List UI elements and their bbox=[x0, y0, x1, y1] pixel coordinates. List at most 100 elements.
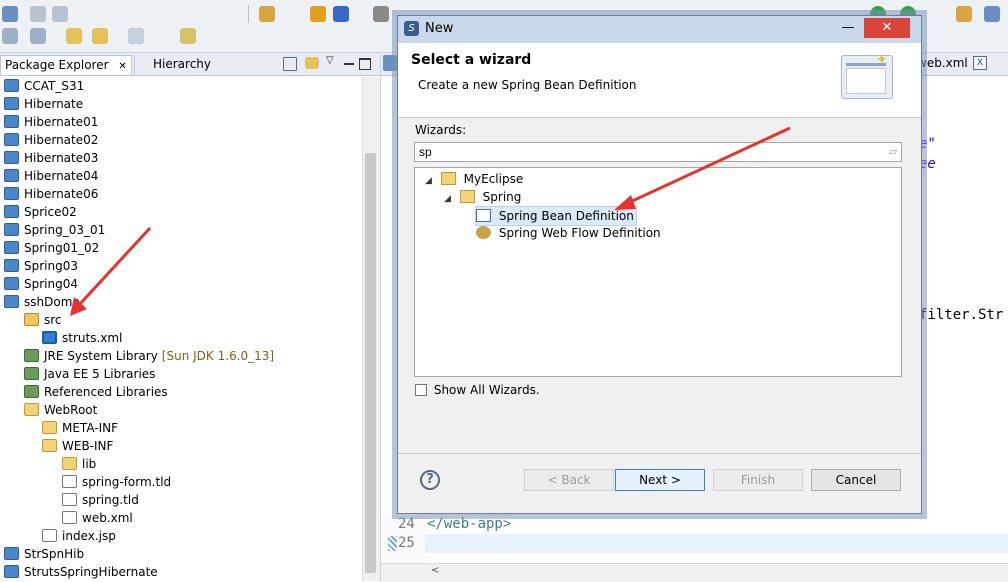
tree-item-hibernate03[interactable]: Hibernate03 bbox=[4, 149, 98, 167]
tree-item-hibernate01[interactable]: Hibernate01 bbox=[4, 113, 98, 131]
tree-item-strspnhib[interactable]: StrSpnHib bbox=[4, 545, 84, 563]
wizard-filter-input[interactable] bbox=[414, 142, 902, 162]
current-line-highlight bbox=[425, 534, 1008, 553]
wizard-tree[interactable]: ◢ MyEclipse ◢ Spring Spring Bean Definit… bbox=[414, 167, 902, 377]
tree-item-label: struts.xml bbox=[62, 331, 123, 345]
save-icon[interactable] bbox=[30, 6, 46, 22]
view-menu-icon[interactable]: ▽ bbox=[326, 55, 334, 66]
folder-icon bbox=[42, 439, 57, 452]
cancel-button[interactable]: Cancel bbox=[811, 469, 901, 491]
link-editor-icon[interactable] bbox=[305, 57, 319, 69]
tree-item-sshdome[interactable]: sshDome bbox=[4, 293, 80, 311]
tree-item-spring[interactable]: ◢ Spring bbox=[444, 188, 521, 206]
scrollbar-thumb[interactable] bbox=[365, 153, 376, 573]
forward-arrow-icon[interactable] bbox=[128, 28, 144, 44]
tree-item-myeclipse[interactable]: ◢ MyEclipse bbox=[425, 170, 523, 188]
new-project-icon[interactable] bbox=[259, 6, 275, 22]
tree-item-web-inf[interactable]: WEB-INF bbox=[42, 437, 113, 455]
tree-item-sprice02[interactable]: Sprice02 bbox=[4, 203, 77, 221]
tree-item-ccat-s31[interactable]: CCAT_S31 bbox=[4, 77, 84, 95]
finish-button[interactable]: Finish bbox=[713, 469, 803, 491]
back-arrow-icon[interactable] bbox=[66, 28, 82, 44]
next-button[interactable]: Next > bbox=[615, 469, 705, 491]
pin-icon[interactable] bbox=[180, 28, 196, 44]
tree-item-meta-inf[interactable]: META-INF bbox=[42, 419, 118, 437]
show-all-wizards-checkbox[interactable]: Show All Wizards. bbox=[415, 383, 540, 397]
line-number: 25 bbox=[398, 535, 415, 551]
change-marker-icon bbox=[388, 536, 397, 551]
tree-item-label: src bbox=[44, 313, 62, 327]
tree-item-spring-tld[interactable]: spring.tld bbox=[62, 491, 139, 509]
tab-hierarchy[interactable]: Hierarchy bbox=[134, 55, 215, 74]
tree-item-strutsspringhibernate[interactable]: StrutsSpringHibernate bbox=[4, 563, 158, 581]
horizontal-scrollbar[interactable] bbox=[381, 563, 1008, 582]
tab-package-explorer[interactable]: Package Explorer ✕ bbox=[0, 55, 132, 75]
header-title: Select a wizard bbox=[411, 52, 532, 68]
save-all-icon[interactable] bbox=[52, 6, 68, 22]
tree-item-referenced-libraries[interactable]: Referenced Libraries bbox=[24, 383, 168, 401]
tree-item-spring-form-tld[interactable]: spring-form.tld bbox=[62, 473, 171, 491]
expand-icon[interactable]: ◢ bbox=[425, 172, 437, 190]
deploy-icon[interactable] bbox=[333, 6, 349, 22]
tree-item-webroot[interactable]: WebRoot bbox=[24, 401, 97, 419]
tree-item-struts-xml[interactable]: struts.xml bbox=[42, 329, 122, 347]
prev-edit-icon[interactable] bbox=[92, 28, 108, 44]
tree-item-label: sshDome bbox=[24, 295, 80, 309]
close-icon[interactable]: ✕ bbox=[118, 61, 126, 72]
help-icon[interactable]: ? bbox=[420, 470, 440, 490]
tree-item-hibernate02[interactable]: Hibernate02 bbox=[4, 131, 98, 149]
collapse-all-icon[interactable] bbox=[283, 57, 297, 71]
back-button[interactable]: < Back bbox=[524, 469, 614, 491]
tree-item-hibernate04[interactable]: Hibernate04 bbox=[4, 167, 98, 185]
maximize-icon[interactable] bbox=[359, 58, 371, 70]
tree-item-spring-web-flow-definition[interactable]: Spring Web Flow Definition bbox=[476, 224, 661, 242]
minimize-icon[interactable]: — bbox=[835, 18, 861, 38]
xml-file-icon[interactable]: X bbox=[973, 56, 987, 70]
tree-item-hibernate06[interactable]: Hibernate06 bbox=[4, 185, 98, 203]
tree-item-hibernate[interactable]: Hibernate bbox=[4, 95, 83, 113]
project-icon bbox=[4, 241, 19, 254]
tree-item-jre-system-library[interactable]: JRE System Library [Sun JDK 1.6.0_13] bbox=[24, 347, 274, 365]
checkbox-box[interactable] bbox=[415, 384, 427, 396]
tree-item-java-ee-5-libraries[interactable]: Java EE 5 Libraries bbox=[24, 365, 155, 383]
tree-item-spring01-02[interactable]: Spring01_02 bbox=[4, 239, 99, 257]
minimize-icon[interactable] bbox=[344, 63, 354, 65]
tree-item-src[interactable]: src bbox=[24, 311, 62, 329]
server-icon[interactable] bbox=[373, 6, 389, 22]
package-icon[interactable] bbox=[310, 6, 326, 22]
expand-icon[interactable]: ◢ bbox=[444, 190, 456, 208]
tree-item-label: Spring03 bbox=[24, 259, 78, 273]
new-icon[interactable] bbox=[2, 6, 18, 22]
code-line: </web-app> bbox=[427, 516, 512, 532]
tree-item-web-xml[interactable]: web.xml bbox=[62, 509, 133, 527]
open-type-icon[interactable] bbox=[956, 6, 972, 22]
line-number: 24 bbox=[398, 516, 415, 532]
editor-tab-icon[interactable] bbox=[383, 55, 397, 71]
tree-item-index-jsp[interactable]: index.jsp bbox=[42, 527, 116, 545]
tree-item-spring-03-01[interactable]: Spring_03_01 bbox=[4, 221, 105, 239]
tree-item-lib[interactable]: lib bbox=[62, 455, 96, 473]
wizard-header: Select a wizard Create a new Spring Bean… bbox=[398, 43, 921, 118]
tree-item-spring04[interactable]: Spring04 bbox=[4, 275, 78, 293]
dialog-titlebar[interactable]: S New — ✕ bbox=[398, 16, 921, 43]
project-icon bbox=[4, 565, 19, 578]
tree-item-label: StrSpnHib bbox=[24, 547, 85, 561]
checkbox-label: Show All Wizards. bbox=[433, 383, 540, 397]
tree-item-label: Spring_03_01 bbox=[24, 223, 106, 237]
close-button[interactable]: ✕ bbox=[864, 18, 910, 38]
tree-item-spring03[interactable]: Spring03 bbox=[4, 257, 78, 275]
clear-filter-icon[interactable]: ▱ bbox=[886, 145, 900, 159]
scroll-left-icon[interactable]: < bbox=[431, 565, 439, 576]
project-icon bbox=[4, 223, 19, 236]
tree-item-label: Referenced Libraries bbox=[44, 385, 168, 399]
search-icon[interactable] bbox=[984, 6, 1000, 22]
wizard-banner-icon: ✦ bbox=[841, 52, 893, 99]
library-icon bbox=[24, 367, 39, 380]
history-icon[interactable] bbox=[30, 28, 46, 44]
tab-label: Hierarchy bbox=[153, 57, 212, 71]
tree-item-spring-bean-definition[interactable]: Spring Bean Definition bbox=[475, 206, 637, 226]
tab-web-xml[interactable]: web.xml bbox=[917, 56, 968, 70]
file-icon bbox=[62, 493, 77, 506]
nav-icon[interactable] bbox=[2, 28, 18, 44]
folder-open-icon bbox=[440, 172, 456, 185]
